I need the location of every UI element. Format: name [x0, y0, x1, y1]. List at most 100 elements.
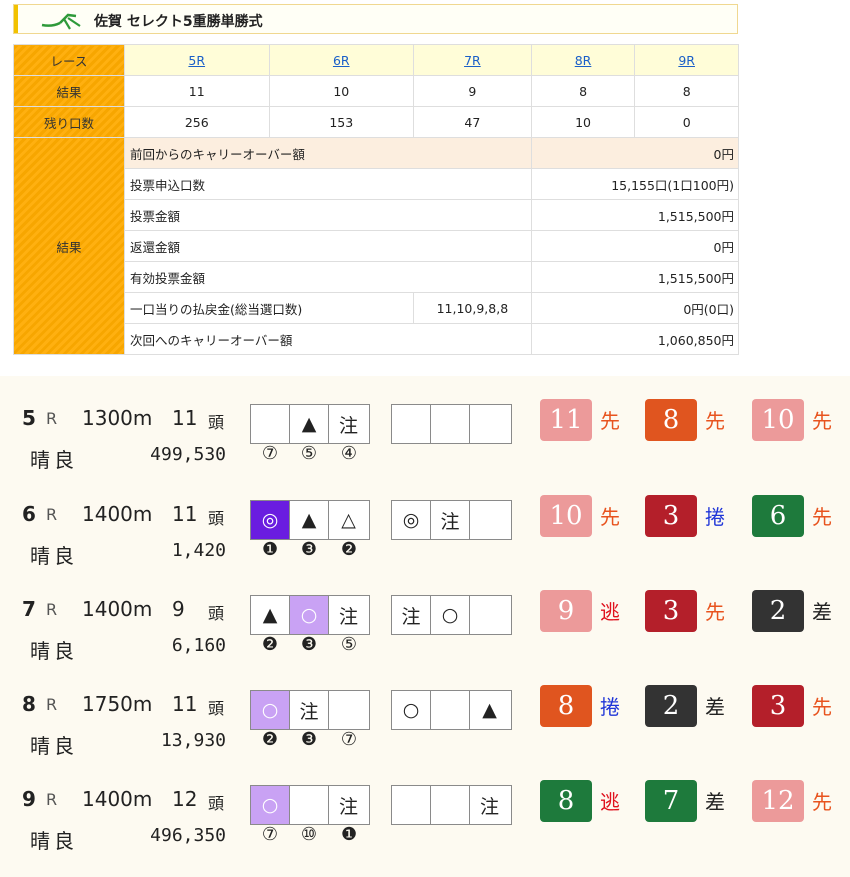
result-table: レース 5R 6R 7R 8R 9R 結果 11 10 9 8 8 残り口数 2…	[13, 44, 740, 355]
forecast-mark	[431, 405, 470, 443]
forecast-mark: ○	[431, 596, 470, 634]
forecast-marks-primary: ▲ 注	[250, 404, 370, 444]
summary-key: 有効投票金額	[124, 261, 532, 293]
forecast-mark	[470, 501, 509, 539]
forecast-mark: ▲	[251, 596, 290, 634]
forecast-marks-primary: ▲ ○ 注	[250, 595, 370, 635]
running-style: 先	[705, 600, 725, 624]
forecast-mark	[392, 405, 431, 443]
running-style: 先	[812, 505, 832, 529]
summary-combo: 11,10,9,8,8	[413, 292, 532, 324]
running-style: 差	[812, 600, 832, 624]
pick-number: ❶	[261, 539, 279, 560]
summary-key: 前回からのキャリーオーバー額	[124, 137, 532, 169]
race-heads-unit: 頭	[208, 604, 225, 623]
header-accent-bar	[14, 5, 18, 33]
race-link-7r[interactable]: 7R	[464, 53, 481, 68]
race-heads-unit: 頭	[208, 794, 225, 813]
forecast-mark	[392, 786, 431, 824]
finish-horse-number: 6	[752, 495, 804, 537]
race-r-label: R	[46, 790, 58, 809]
horse-logo-icon	[41, 13, 81, 30]
summary-key: 次回へのキャリーオーバー額	[124, 323, 532, 355]
race-r-label: R	[46, 505, 58, 524]
forecast-mark: 注	[392, 596, 431, 634]
race-number: 9	[22, 787, 36, 811]
pick-number: ⑦	[261, 443, 279, 464]
pick-number: ❶	[340, 824, 358, 845]
race-header-6r: 6R	[268, 44, 415, 76]
finish-horse-number: 3	[645, 590, 697, 632]
race-sales: 496,350	[150, 825, 226, 846]
finish-horse-number: 8	[540, 780, 592, 822]
race-distance: 1750m	[82, 692, 153, 716]
pick-number: ❷	[340, 539, 358, 560]
finish-horse-number: 10	[752, 399, 804, 441]
forecast-mark	[470, 596, 509, 634]
race-distance: 1400m	[82, 597, 153, 621]
race-r-label: R	[46, 695, 58, 714]
summary-value: 0円	[530, 137, 740, 169]
forecast-mark: 注	[338, 795, 358, 818]
forecast-marks-primary: ○ 注	[250, 785, 370, 825]
finish-horse-number: 3	[752, 685, 804, 727]
pick-number: ⑦	[261, 824, 279, 845]
race-row: 6 R 1400m 11 頭晴良 1,420 ◎ ▲ △ ◎ 注 ❶ ❸ ❷ 10 先 3 捲 6 先	[0, 492, 850, 582]
forecast-mark: ◎	[251, 501, 290, 539]
summary-value: 1,060,850円	[530, 323, 740, 355]
race-link-5r[interactable]: 5R	[188, 53, 205, 68]
running-style: 先	[600, 505, 620, 529]
page-header: 佐賀 セレクト5重勝単勝式	[13, 4, 738, 34]
race-sales: 499,530	[150, 444, 226, 465]
summary-label: 結果	[13, 137, 125, 355]
forecast-mark: ▲	[290, 501, 329, 539]
pick-number: ❸	[300, 729, 318, 750]
result-6r: 10	[268, 75, 415, 107]
pick-number: ❸	[300, 634, 318, 655]
forecast-mark: ○	[392, 691, 431, 729]
forecast-mark	[251, 405, 290, 443]
summary-value: 0円	[530, 230, 740, 262]
race-number: 5	[22, 406, 36, 430]
race-r-label: R	[46, 600, 58, 619]
finish-horse-number: 2	[645, 685, 697, 727]
finish-horse-number: 7	[645, 780, 697, 822]
finish-horse-number: 2	[752, 590, 804, 632]
forecast-mark: 注	[431, 501, 470, 539]
forecast-mark	[329, 691, 368, 729]
race-header-8r: 8R	[530, 44, 636, 76]
running-style: 捲	[600, 695, 620, 719]
race-heads-unit: 頭	[208, 509, 225, 528]
remaining-6r: 153	[268, 106, 415, 138]
finish-horse-number: 8	[540, 685, 592, 727]
race-number: 6	[22, 502, 36, 526]
page-title: 佐賀 セレクト5重勝単勝式	[94, 14, 263, 30]
running-style: 差	[705, 790, 725, 814]
pick-number: ④	[340, 443, 358, 464]
finish-horse-number: 9	[540, 590, 592, 632]
forecast-marks-primary: ◎ ▲ △	[250, 500, 370, 540]
race-link-6r[interactable]: 6R	[333, 53, 350, 68]
running-style: 先	[812, 695, 832, 719]
running-style: 先	[600, 409, 620, 433]
pick-number: ⑩	[300, 824, 318, 845]
summary-key: 一口当りの払戻金(総当選口数)	[123, 292, 415, 324]
pick-number: ❸	[300, 539, 318, 560]
forecast-mark: 注	[290, 691, 329, 729]
forecast-marks-secondary: 注 ○	[391, 595, 512, 635]
race-link-8r[interactable]: 8R	[575, 53, 592, 68]
pick-number: ⑦	[340, 729, 358, 750]
forecast-mark: △	[341, 509, 356, 531]
race-link-9r[interactable]: 9R	[678, 53, 695, 68]
finish-horse-number: 8	[645, 399, 697, 441]
summary-key: 返還金額	[124, 230, 532, 262]
summary-key: 投票申込口数	[124, 168, 532, 200]
forecast-marks-secondary: ○ ▲	[391, 690, 512, 730]
race-weather: 晴良	[30, 448, 78, 472]
finish-horse-number: 3	[645, 495, 697, 537]
pick-number: ❷	[261, 729, 279, 750]
race-sales: 6,160	[171, 635, 226, 656]
forecast-mark: ▲	[290, 405, 329, 443]
running-style: 逃	[600, 790, 620, 814]
forecast-mark	[470, 405, 509, 443]
